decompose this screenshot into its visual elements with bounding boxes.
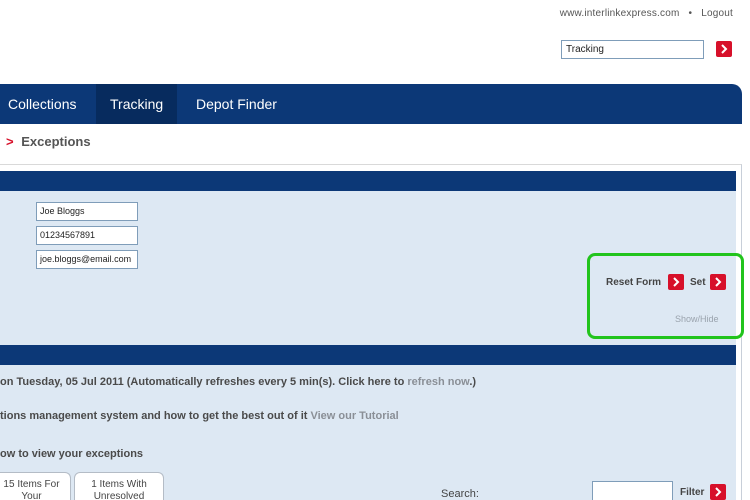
view-tutorial-link[interactable]: View our Tutorial <box>310 410 398 422</box>
filter-input[interactable] <box>592 481 673 500</box>
name-field[interactable]: Joe Bloggs <box>36 202 138 221</box>
search-input[interactable] <box>561 40 704 59</box>
search-go-button[interactable] <box>716 41 732 57</box>
tab-items-for-you[interactable]: 15 Items For Your <box>0 472 71 500</box>
search-label: Search: <box>441 488 479 500</box>
site-link[interactable]: www.interlinkexpress.com <box>560 8 680 19</box>
top-links: www.interlinkexpress.com • Logout <box>560 8 733 19</box>
breadcrumb-arrow: > <box>6 134 14 149</box>
chevron-right-icon <box>715 487 722 497</box>
refresh-tail: .) <box>469 376 477 388</box>
filter-label[interactable]: Filter <box>680 487 704 498</box>
refresh-line: on Tuesday, 05 Jul 2011 (Automatically r… <box>0 376 476 388</box>
section-header-bar <box>0 171 736 191</box>
tutorial-line: tions management system and how to get t… <box>0 410 399 422</box>
separator: • <box>688 8 693 19</box>
nav-item-tracking[interactable]: Tracking <box>96 84 178 124</box>
highlight-box <box>587 253 744 339</box>
logout-link[interactable]: Logout <box>701 8 733 19</box>
refresh-now-link[interactable]: refresh now <box>407 376 469 388</box>
refresh-text: on Tuesday, 05 Jul 2011 (Automatically r… <box>0 376 408 388</box>
nav-item-depot-finder[interactable]: Depot Finder <box>182 84 291 124</box>
section-header-bar-2 <box>0 345 736 365</box>
breadcrumb-current: Exceptions <box>21 134 91 149</box>
email-field[interactable]: joe.bloggs@email.com <box>36 250 138 269</box>
view-exceptions-heading: ow to view your exceptions <box>0 448 144 460</box>
main-nav: Collections Tracking Depot Finder <box>0 84 742 124</box>
tab-items-unresolved[interactable]: 1 Items With Unresolved <box>74 472 164 500</box>
filter-button[interactable] <box>710 484 726 500</box>
chevron-right-icon <box>721 44 728 54</box>
nav-item-collections[interactable]: Collections <box>0 84 90 124</box>
breadcrumb: > Exceptions <box>6 134 91 149</box>
phone-field[interactable]: 01234567891 <box>36 226 138 245</box>
tutorial-text: tions management system and how to get t… <box>0 410 311 422</box>
